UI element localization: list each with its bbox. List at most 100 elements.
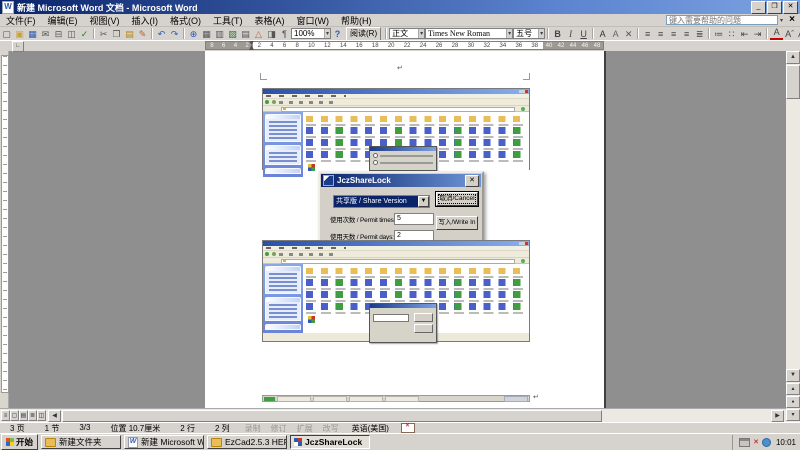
numbering-icon[interactable]: ≔: [712, 28, 725, 40]
increase-indent-icon[interactable]: ⇥: [751, 28, 764, 40]
bold-icon[interactable]: B: [551, 28, 564, 40]
scroll-right-icon[interactable]: ▶: [771, 410, 784, 422]
menu-item[interactable]: 视图(V): [84, 14, 126, 27]
select-browse-object-icon[interactable]: ●: [786, 396, 800, 408]
tables-borders-icon[interactable]: ▦: [200, 28, 213, 40]
align-center-icon[interactable]: ≡: [654, 28, 667, 40]
tab-selector-button[interactable]: ∟: [12, 41, 24, 52]
horizontal-scrollbar[interactable]: ≡▢▤≣◫ ◀ ▶: [0, 408, 786, 422]
start-button[interactable]: 开始: [1, 434, 38, 450]
menu-item[interactable]: 表格(A): [249, 14, 291, 27]
menu-item[interactable]: 帮助(H): [335, 14, 378, 27]
scroll-down-icon[interactable]: ▼: [786, 369, 800, 382]
embedded-screenshot-explorer-1[interactable]: [262, 88, 530, 170]
close-document-button[interactable]: ×: [784, 14, 800, 25]
maximize-button[interactable]: ❐: [767, 1, 782, 14]
save-icon[interactable]: ▦: [26, 28, 39, 40]
view-reading-button[interactable]: ◫: [37, 410, 46, 421]
menu-item[interactable]: 格式(O): [164, 14, 207, 27]
spelling-status-icon[interactable]: [401, 423, 415, 433]
print-icon[interactable]: ⊟: [52, 28, 65, 40]
status-mode-toggle[interactable]: 录制: [240, 423, 266, 434]
document-page[interactable]: ↵: [205, 51, 606, 408]
insert-excel-icon[interactable]: ▧: [226, 28, 239, 40]
tray-app-icon[interactable]: [762, 438, 771, 447]
taskbar-task-button[interactable]: JczShareLock: [290, 435, 370, 449]
redo-icon[interactable]: ↷: [168, 28, 181, 40]
vertical-scroll-thumb[interactable]: [786, 65, 800, 99]
view-outline-button[interactable]: ≣: [28, 410, 37, 421]
taskbar-task-button[interactable]: 新建文件夹: [41, 435, 121, 449]
underline-icon[interactable]: U: [577, 28, 590, 40]
chevron-down-icon[interactable]: ▾: [506, 29, 512, 38]
word-app-icon[interactable]: W: [2, 1, 14, 14]
status-language[interactable]: 英语(美国): [344, 423, 397, 434]
align-right-icon[interactable]: ≡: [667, 28, 680, 40]
mail-icon[interactable]: ✉: [39, 28, 52, 40]
permit-times-field[interactable]: 5: [394, 213, 434, 225]
minimize-button[interactable]: _: [751, 1, 766, 14]
vertical-scrollbar[interactable]: ▲ ▼ ▴ ● ▾: [786, 51, 800, 422]
view-print-button[interactable]: ▤: [19, 410, 28, 421]
browse-next-icon[interactable]: ▾: [786, 409, 800, 421]
chevron-down-icon[interactable]: ▾: [324, 29, 330, 38]
style-select[interactable]: 正文▾: [389, 28, 425, 39]
decrease-indent-icon[interactable]: ⇤: [738, 28, 751, 40]
open-folder-icon[interactable]: ▣: [13, 28, 26, 40]
chevron-down-icon[interactable]: ▾: [418, 29, 424, 38]
cut-icon[interactable]: ✂: [97, 28, 110, 40]
help-search-input[interactable]: [666, 15, 778, 25]
columns-icon[interactable]: ▤: [239, 28, 252, 40]
shrink-font-icon[interactable]: Aˇ: [796, 28, 800, 40]
network-error-tray-icon[interactable]: ✕: [753, 439, 759, 446]
show-hide-icon[interactable]: ¶: [278, 28, 291, 40]
status-mode-toggle[interactable]: 修订: [266, 423, 292, 434]
insert-table-icon[interactable]: ▥: [213, 28, 226, 40]
undo-icon[interactable]: ↶: [155, 28, 168, 40]
embedded-screenshot-explorer-2[interactable]: [262, 240, 530, 342]
help-icon[interactable]: ?: [331, 28, 344, 40]
menu-item[interactable]: 工具(T): [207, 14, 249, 27]
dialog-close-button[interactable]: ✕: [465, 175, 479, 187]
status-mode-toggle[interactable]: 扩展: [292, 423, 318, 434]
taskbar-task-button[interactable]: W 新建 Microsoft Word 文...: [124, 435, 204, 449]
write-in-button[interactable]: 写入/Write In: [436, 216, 478, 230]
italic-icon[interactable]: I: [564, 28, 577, 40]
align-distribute-icon[interactable]: ≡: [680, 28, 693, 40]
horizontal-scroll-thumb[interactable]: [62, 410, 602, 422]
menu-item[interactable]: 插入(I): [126, 14, 165, 27]
menu-item[interactable]: 窗口(W): [291, 14, 336, 27]
taskbar-task-button[interactable]: EzCad2.5.3 HERO: [207, 435, 287, 449]
status-mode-toggle[interactable]: 改写: [318, 423, 344, 434]
version-combobox[interactable]: 共享版 / Share Version ▼: [333, 195, 430, 208]
copy-icon[interactable]: ❐: [110, 28, 123, 40]
menu-item[interactable]: 文件(F): [0, 14, 42, 27]
bullets-icon[interactable]: ∷: [725, 28, 738, 40]
font-select[interactable]: Times New Roman▾: [425, 28, 513, 39]
font-size-select[interactable]: 五号▾: [513, 28, 545, 39]
chevron-down-icon[interactable]: ▼: [418, 196, 429, 207]
grow-font-icon[interactable]: Aˆ: [783, 28, 796, 40]
format-painter-icon[interactable]: ✎: [136, 28, 149, 40]
hyperlink-icon[interactable]: ⊕: [187, 28, 200, 40]
menu-item[interactable]: 编辑(E): [42, 14, 84, 27]
zoom-select[interactable]: 100%▾: [291, 28, 331, 39]
read-mode-button[interactable]: 阅读(R): [346, 27, 381, 41]
document-map-icon[interactable]: ◨: [265, 28, 278, 40]
spelling-icon[interactable]: ✓: [78, 28, 91, 40]
printer-tray-icon[interactable]: [739, 438, 750, 447]
chevron-down-icon[interactable]: ▾: [538, 29, 544, 38]
view-web-button[interactable]: ▢: [10, 410, 19, 421]
char-shading-icon[interactable]: A: [609, 28, 622, 40]
browse-previous-icon[interactable]: ▴: [786, 383, 800, 395]
scroll-up-icon[interactable]: ▲: [786, 51, 800, 64]
print-preview-icon[interactable]: ◫: [65, 28, 78, 40]
char-border-icon[interactable]: A: [596, 28, 609, 40]
paste-icon[interactable]: ▤: [123, 28, 136, 40]
align-left-icon[interactable]: ≡: [641, 28, 654, 40]
line-spacing-icon[interactable]: ≣: [693, 28, 706, 40]
scroll-left-icon[interactable]: ◀: [48, 410, 61, 422]
close-button[interactable]: ✕: [783, 1, 798, 14]
drawing-icon[interactable]: △: [252, 28, 265, 40]
new-document-icon[interactable]: ▢: [0, 28, 13, 40]
